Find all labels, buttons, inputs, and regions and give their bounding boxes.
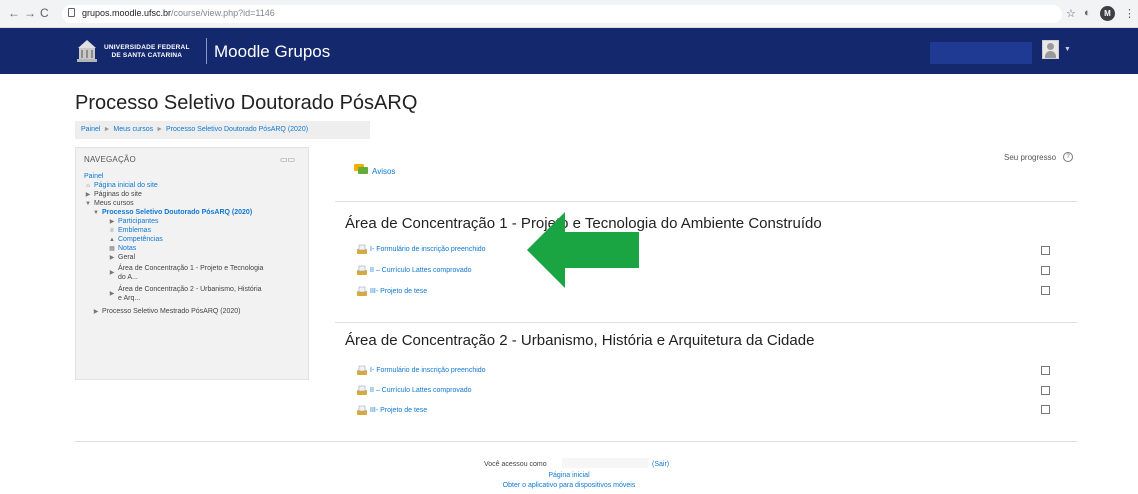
page-title: Processo Seletivo Doutorado PósARQ	[75, 92, 418, 114]
back-icon[interactable]: ←	[8, 6, 20, 20]
breadcrumb-separator: ►	[103, 126, 111, 133]
progress-label: Seu progresso	[1004, 153, 1057, 162]
extension-icon[interactable]: ◐	[1084, 7, 1091, 19]
completion-checkbox[interactable]	[1041, 266, 1050, 275]
footer-mobile-app-link[interactable]: Obter o aplicativo para dispositivos móv…	[0, 482, 1138, 489]
completion-checkbox[interactable]	[1041, 246, 1050, 255]
footer-divider	[75, 441, 1077, 442]
breadcrumb-painel[interactable]: Painel	[81, 126, 100, 133]
user-menu-caret-icon[interactable]: ▼	[1064, 46, 1071, 53]
nav-painel[interactable]: Painel	[84, 172, 103, 181]
assignment-icon	[357, 244, 367, 254]
site-name[interactable]: Moodle Grupos	[214, 42, 330, 62]
reload-icon[interactable]: C	[40, 6, 49, 20]
expand-icon: ▶	[109, 255, 115, 261]
completion-checkbox[interactable]	[1041, 366, 1050, 375]
address-url[interactable]: grupos.moodle.ufsc.br/course/view.php?id…	[82, 8, 275, 18]
activity-label: II – Currículo Lattes comprovado	[370, 387, 472, 394]
university-name: UNIVERSIDADE FEDERAL DE SANTA CATARINA	[104, 44, 190, 59]
menu-icon[interactable]: ⋮	[1124, 7, 1135, 20]
university-crest-icon[interactable]	[76, 39, 98, 63]
user-name-redacted[interactable]	[930, 42, 1032, 64]
completion-checkbox[interactable]	[1041, 286, 1050, 295]
assignment-icon	[357, 265, 367, 275]
navigation-heading: NAVEGAÇÃO	[84, 155, 136, 164]
expand-icon: ▶	[93, 309, 99, 315]
activity-label: II – Currículo Lattes comprovado	[370, 267, 472, 274]
section-title-2: Área de Concentração 2 - Urbanismo, Hist…	[345, 332, 815, 349]
assignment-icon	[357, 385, 367, 395]
navigation-block: NAVEGAÇÃO ▭▭ Painel ⌂ Página inicial do s…	[75, 147, 309, 380]
completion-checkbox[interactable]	[1041, 405, 1050, 414]
section-divider	[335, 201, 1077, 202]
collapse-icon: ▼	[85, 201, 91, 207]
browser-toolbar: ← → C grupos.moodle.ufsc.br/course/view.…	[0, 0, 1138, 28]
breadcrumb: Painel ► Meus cursos ► Processo Seletivo Dou…	[75, 121, 370, 139]
assignment-icon	[357, 365, 367, 375]
nav-area-1-cont: do A...	[118, 274, 138, 281]
expand-icon: ▶	[109, 291, 115, 297]
breadcrumb-meus-cursos[interactable]: Meus cursos	[113, 126, 153, 133]
breadcrumb-separator: ►	[156, 126, 164, 133]
activity-label: III- Projeto de tese	[370, 407, 428, 414]
activity-label: I- Formulário de inscrição preenchido	[370, 246, 486, 253]
lock-icon	[68, 8, 75, 17]
logout-link[interactable]: (Sair)	[652, 461, 669, 468]
nav-masters-course[interactable]: ▶ Processo Seletivo Mestrado PósARQ (2020…	[92, 307, 241, 317]
activity-label: III- Projeto de tese	[370, 288, 428, 295]
bookmark-star-icon[interactable]: ☆	[1066, 7, 1076, 20]
collapse-icon: ▼	[93, 210, 99, 216]
forum-icon	[354, 164, 368, 174]
activity-label: I- Formulário de inscrição preenchido	[370, 367, 486, 374]
user-avatar[interactable]	[1042, 40, 1059, 59]
nav-general[interactable]: ▶ Geral	[108, 253, 135, 263]
footer-home-link[interactable]: Página inicial	[0, 472, 1138, 479]
navbar-divider	[206, 38, 207, 64]
annotation-arrow-icon	[527, 212, 639, 288]
breadcrumb-course[interactable]: Processo Seletivo Doutorado PósARQ (2020…	[166, 126, 308, 133]
profile-avatar[interactable]: M	[1100, 6, 1115, 21]
section-divider	[335, 322, 1077, 323]
assignment-icon	[357, 405, 367, 415]
expand-icon: ▶	[109, 270, 115, 276]
announcements-link[interactable]: Avisos	[372, 167, 395, 176]
forward-icon[interactable]: →	[24, 6, 36, 20]
logged-in-text: Você acessou como	[484, 461, 547, 468]
completion-checkbox[interactable]	[1041, 386, 1050, 395]
help-icon[interactable]: ?	[1063, 152, 1073, 162]
assignment-icon	[357, 286, 367, 296]
block-controls-icon[interactable]: ▭▭	[280, 155, 295, 164]
logged-in-user-redacted[interactable]	[562, 458, 648, 468]
nav-area-2-cont: e Arq...	[118, 295, 141, 302]
